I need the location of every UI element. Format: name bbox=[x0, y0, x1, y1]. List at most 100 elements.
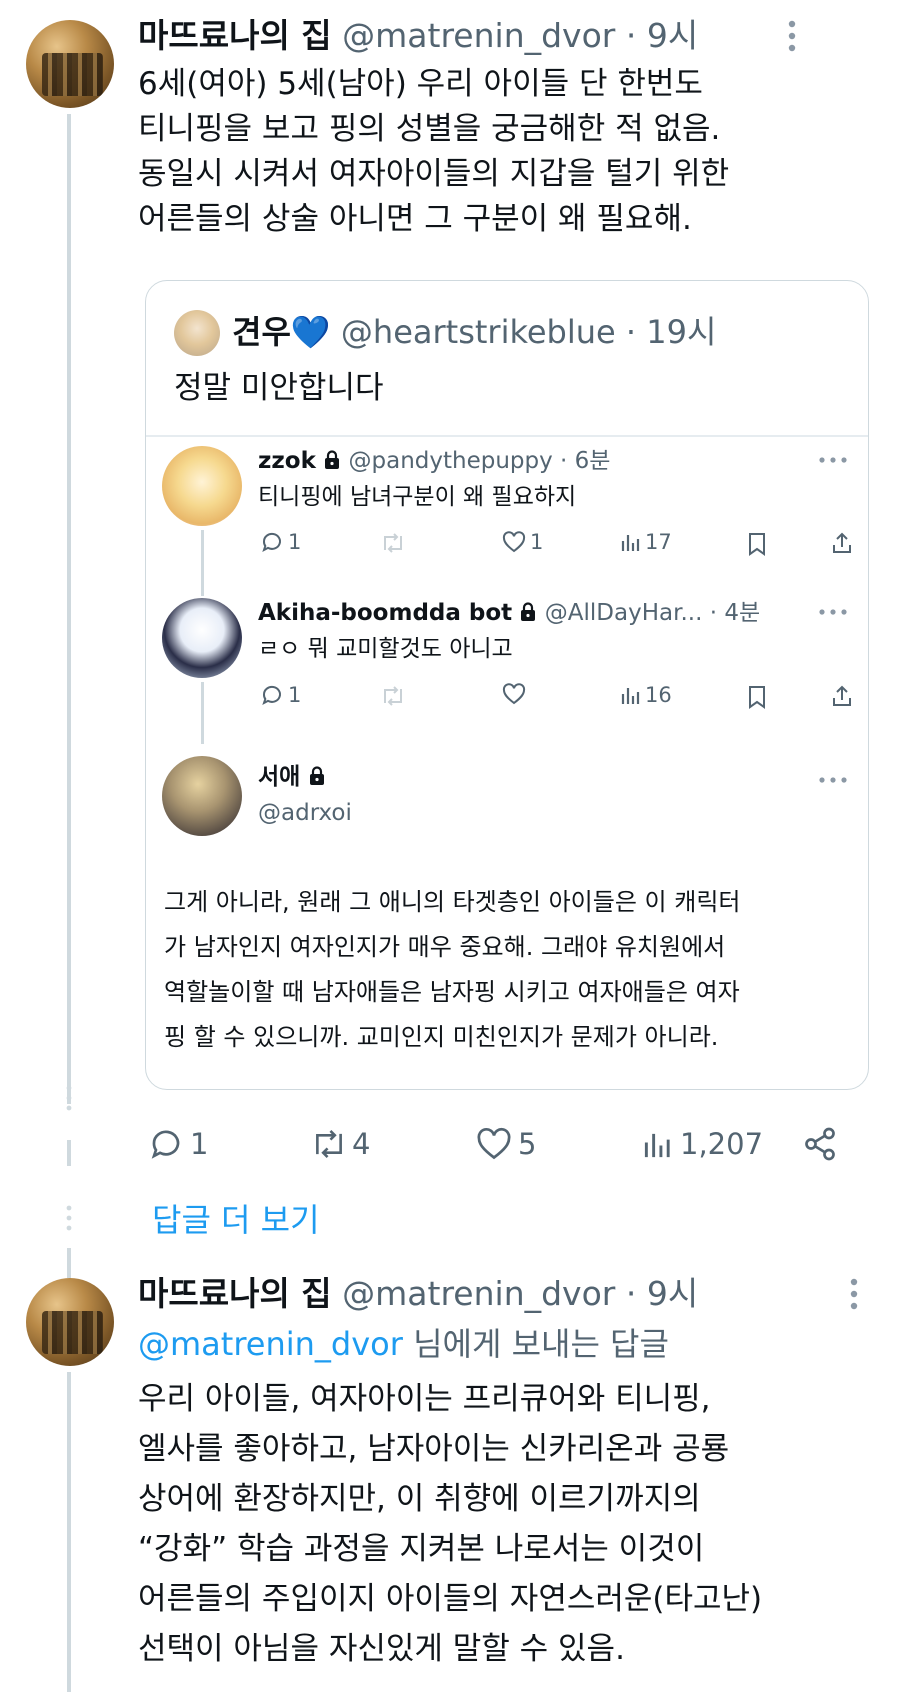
bookmark-icon[interactable] bbox=[747, 532, 767, 556]
quote-header: 견우💙 @heartstrikeblue · 19시 bbox=[232, 310, 716, 354]
quote-author-handle[interactable]: @heartstrikeblue bbox=[341, 313, 616, 351]
tweet-line: 우리 아이들, 여자아이는 프리큐어와 티니핑, bbox=[138, 1381, 711, 1417]
share-icon[interactable] bbox=[802, 1126, 838, 1162]
reply-avatar[interactable] bbox=[162, 756, 242, 836]
show-more-replies-link[interactable]: 답글 더 보기 bbox=[152, 1198, 320, 1242]
tweet-body: 6세(여아) 5세(남아) 우리 아이들 단 한번도 티니핑을 보고 핑의 성별… bbox=[138, 62, 729, 242]
reply-thread-line bbox=[201, 530, 204, 596]
author-handle[interactable]: @matrenin_dvor bbox=[342, 16, 615, 55]
reply-line: 그게 아니라, 원래 그 애니의 타겟층인 아이들은 이 캐릭터 bbox=[164, 888, 741, 916]
reply-time[interactable]: · 6분 bbox=[560, 448, 610, 474]
tweet-line: 선택이 아님을 자신있게 말할 수 있음. bbox=[138, 1631, 625, 1667]
thread-line bbox=[67, 1372, 71, 1692]
tweet-line: 티니핑을 보고 핑의 성별을 궁금해한 적 없음. bbox=[138, 111, 721, 147]
reply-author-name[interactable]: zzok bbox=[258, 448, 316, 474]
reply-more-icon[interactable] bbox=[818, 608, 848, 616]
reply-avatar[interactable] bbox=[162, 446, 242, 526]
tweet-line: 6세(여아) 5세(남아) 우리 아이들 단 한번도 bbox=[138, 66, 703, 102]
lock-icon bbox=[308, 766, 326, 786]
author-name[interactable]: 마뜨료나의 집 bbox=[138, 1274, 332, 1313]
reply-icon bbox=[148, 1126, 184, 1162]
tweet-time[interactable]: · 9시 bbox=[626, 16, 698, 55]
view-count: 1,207 bbox=[680, 1127, 764, 1161]
views-button[interactable]: 16 bbox=[620, 683, 672, 707]
reply-text: ㄹㅇ 뭐 교미할것도 아니고 bbox=[258, 636, 513, 662]
reply-line: 핑 할 수 있으니까. 교미인지 미친인지가 문제가 아니라. bbox=[164, 1023, 719, 1051]
like-count: 5 bbox=[518, 1127, 537, 1161]
reply-count: 1 bbox=[288, 683, 302, 707]
reply-icon bbox=[260, 530, 284, 554]
reply-to-line: @matrenin_dvor 님에게 보내는 답글 bbox=[138, 1322, 669, 1366]
like-count: 1 bbox=[530, 530, 544, 554]
reply-line: 역할놀이할 때 남자애들은 남자핑 시키고 여자애들은 여자 bbox=[164, 978, 740, 1006]
reply-header: zzok @pandythepuppy · 6분 bbox=[258, 444, 610, 478]
reply-author-handle[interactable]: @AllDayHar... bbox=[545, 600, 703, 626]
share-icon[interactable] bbox=[830, 684, 854, 708]
views-icon bbox=[642, 1128, 674, 1160]
reply-author-handle[interactable]: @adrxoi bbox=[258, 796, 352, 830]
avatar[interactable] bbox=[26, 20, 114, 108]
views-button[interactable]: 17 bbox=[620, 530, 672, 554]
tweet-line: 엘사를 좋아하고, 남자아이는 신카리온과 공룡 bbox=[138, 1431, 730, 1467]
reply-avatar[interactable] bbox=[162, 598, 242, 678]
quote-divider bbox=[146, 435, 868, 437]
retweet-count: 4 bbox=[352, 1127, 371, 1161]
tweet-line: “강화” 학습 과정을 지켜본 나로서는 이것이 bbox=[138, 1531, 705, 1567]
quote-avatar[interactable] bbox=[174, 310, 220, 356]
like-button[interactable]: 5 bbox=[476, 1122, 536, 1166]
reply-count: 1 bbox=[190, 1127, 209, 1161]
reply-to-label: 님에게 보내는 답글 bbox=[402, 1325, 669, 1363]
author-handle[interactable]: @matrenin_dvor bbox=[342, 1274, 615, 1313]
more-options-icon[interactable] bbox=[778, 16, 806, 56]
views-button[interactable]: 1,207 bbox=[642, 1122, 763, 1166]
lock-icon bbox=[323, 450, 341, 470]
reply-to-handle[interactable]: @matrenin_dvor bbox=[138, 1325, 403, 1363]
reply-more-icon[interactable] bbox=[818, 776, 848, 784]
reply-button[interactable]: 1 bbox=[260, 683, 301, 707]
tweet-line: 상어에 환장하지만, 이 취향에 이르기까지의 bbox=[138, 1481, 701, 1517]
retweet-icon bbox=[310, 1128, 348, 1160]
retweet-button[interactable]: 4 bbox=[310, 1122, 370, 1166]
tweet-body: 우리 아이들, 여자아이는 프리큐어와 티니핑, 엘사를 좋아하고, 남자아이는… bbox=[138, 1374, 762, 1674]
reply-button[interactable]: 1 bbox=[260, 530, 301, 554]
quote-time[interactable]: · 19시 bbox=[626, 313, 717, 351]
reply-actions: 1 1 17 bbox=[260, 530, 860, 560]
tweet-header: 마뜨료나의 집 @matrenin_dvor · 9시 bbox=[138, 14, 698, 58]
views-icon bbox=[620, 531, 642, 553]
retweet-icon[interactable] bbox=[380, 685, 406, 707]
tweet-time[interactable]: · 9시 bbox=[626, 1274, 698, 1313]
avatar[interactable] bbox=[26, 1278, 114, 1366]
reply-actions: 1 16 bbox=[260, 683, 860, 713]
reply-more-icon[interactable] bbox=[818, 456, 848, 464]
tweet-line: 어른들의 주입이지 아이들의 자연스러운(타고난) bbox=[138, 1581, 763, 1617]
reply-author-name[interactable]: 서애 bbox=[258, 764, 300, 790]
reply-count: 1 bbox=[288, 530, 302, 554]
views-icon bbox=[620, 684, 642, 706]
main-reply-body: 그게 아니라, 원래 그 애니의 타겟층인 아이들은 이 캐릭터 가 남자인지 … bbox=[164, 880, 741, 1060]
quote-author-name[interactable]: 견우💙 bbox=[232, 313, 331, 351]
reply-thread-line bbox=[201, 682, 204, 744]
like-button[interactable] bbox=[502, 683, 530, 705]
thread-line bbox=[67, 1248, 71, 1278]
reply-author-handle[interactable]: @pandythepuppy bbox=[349, 448, 553, 474]
more-options-icon[interactable] bbox=[840, 1274, 868, 1314]
reply-button[interactable]: 1 bbox=[148, 1122, 208, 1166]
author-name[interactable]: 마뜨료나의 집 bbox=[138, 16, 332, 55]
retweet-icon[interactable] bbox=[380, 532, 406, 554]
tweet-line: 어른들의 상술 아니면 그 구분이 왜 필요해. bbox=[138, 201, 692, 237]
quote-text: 정말 미안합니다 bbox=[174, 370, 384, 406]
bookmark-icon[interactable] bbox=[747, 685, 767, 709]
reply-line: 가 남자인지 여자인지가 매우 중요해. 그래야 유치원에서 bbox=[164, 933, 726, 961]
reply-header: Akiha-boomdda bot @AllDayHar... · 4분 bbox=[258, 596, 760, 630]
reply-time[interactable]: · 4분 bbox=[710, 600, 760, 626]
reply-header: 서애 bbox=[258, 760, 326, 794]
reply-author-name[interactable]: Akiha-boomdda bot bbox=[258, 600, 512, 626]
thread-line bbox=[67, 114, 71, 1104]
view-count: 16 bbox=[645, 683, 672, 707]
share-icon[interactable] bbox=[830, 531, 854, 555]
like-button[interactable]: 1 bbox=[502, 530, 543, 554]
heart-icon bbox=[476, 1127, 512, 1161]
tweet-line: 동일시 시켜서 여자아이들의 지갑을 털기 위한 bbox=[138, 156, 730, 192]
view-count: 17 bbox=[645, 530, 672, 554]
dotted-thread-icon bbox=[64, 1204, 74, 1234]
